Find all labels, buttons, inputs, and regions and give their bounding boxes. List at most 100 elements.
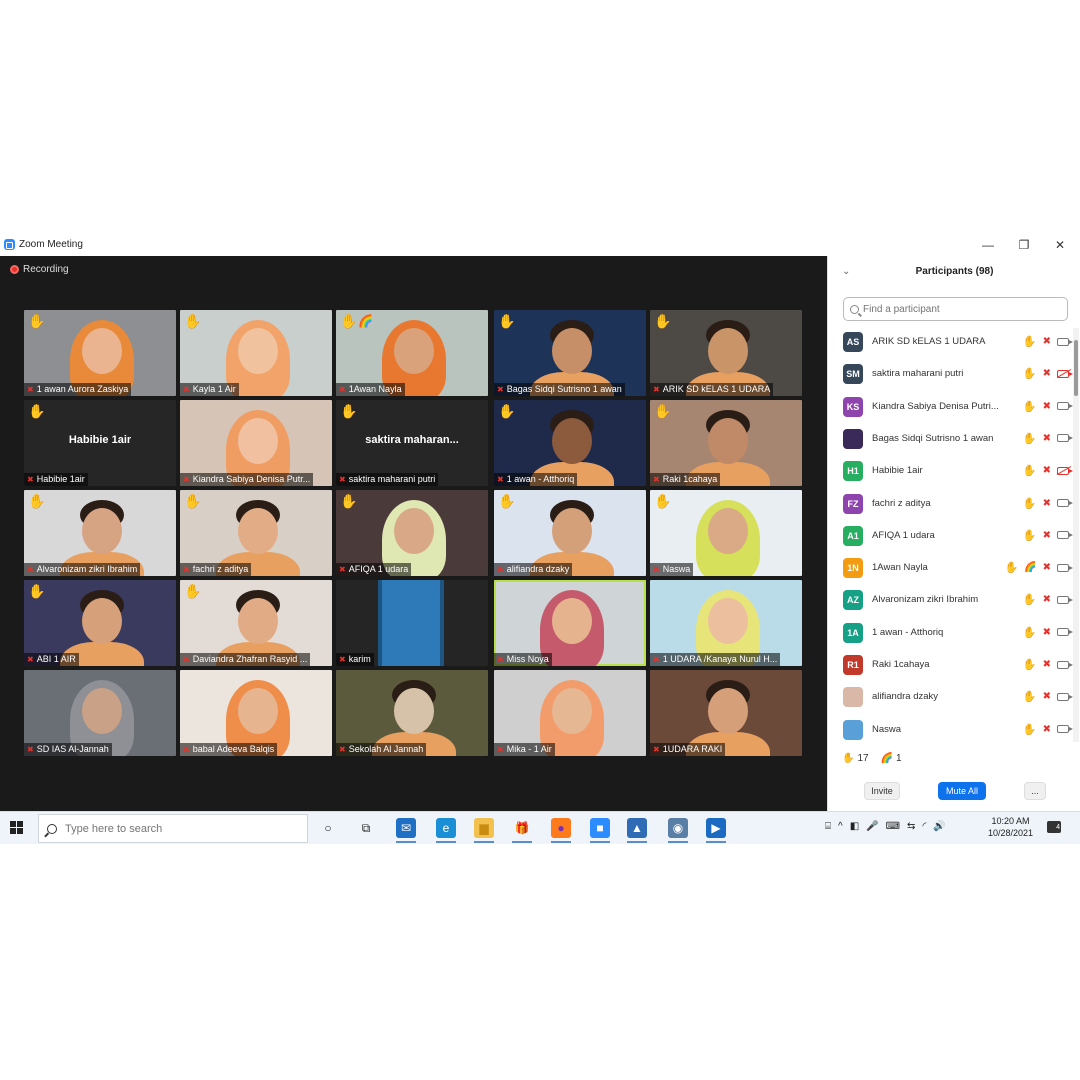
start-button[interactable] xyxy=(10,821,24,835)
microphone-icon[interactable]: 🎤 xyxy=(866,821,878,832)
taskbar-search-input[interactable] xyxy=(65,822,285,835)
video-tile[interactable]: ✋ ✖ Kayla 1 Air xyxy=(180,310,332,396)
participant-row[interactable]: 1N 1Awan Nayla ✋ 🌈 ✖ xyxy=(828,552,1073,584)
avatar: H1 xyxy=(843,461,863,482)
edge-icon[interactable]: e xyxy=(436,818,456,838)
wifi-icon[interactable]: ◜ xyxy=(922,821,926,832)
video-tile[interactable]: ✖ Sekolah Al Jannah xyxy=(336,670,488,756)
video-tile[interactable]: saktira maharan... ✋ ✖ saktira maharani put… xyxy=(336,400,488,486)
scrollbar-thumb[interactable] xyxy=(1074,340,1078,396)
video-tile[interactable]: ✖ Kiandra Sabiya Denisa Putr... xyxy=(180,400,332,486)
tile-name-bar: ✖ Mika - 1 Air xyxy=(494,743,555,756)
photos-icon[interactable]: ▲ xyxy=(627,818,647,838)
more-options-button[interactable]: ... xyxy=(1024,782,1046,800)
participant-search-input[interactable] xyxy=(863,303,1053,315)
cortana-icon[interactable]: ○ xyxy=(318,818,338,838)
mic-muted-icon[interactable]: ✖ xyxy=(1043,465,1051,476)
raised-hand-icon: ✋ xyxy=(1022,465,1037,478)
tile-name-bar: ✖ ABI 1 AIR xyxy=(24,653,79,666)
mic-muted-icon[interactable]: ✖ xyxy=(1043,627,1051,638)
mic-muted-icon[interactable]: ✖ xyxy=(1043,594,1051,605)
video-tile[interactable]: ✋ ✖ Raki 1cahaya xyxy=(650,400,802,486)
mute-all-button[interactable]: Mute All xyxy=(938,782,986,800)
notification-center-icon[interactable]: 4 xyxy=(1047,821,1061,833)
participant-row[interactable]: 1A 1 awan - Atthoriq ✋ ✖ xyxy=(828,617,1073,649)
media-player-icon[interactable]: ▶ xyxy=(706,818,726,838)
participant-row[interactable]: KS Kiandra Sabiya Denisa Putri... ✋ ✖ xyxy=(828,391,1073,423)
video-tile[interactable]: ✖ SD IAS Al-Jannah xyxy=(24,670,176,756)
video-tile[interactable]: ✖ karim xyxy=(336,580,488,666)
participant-row[interactable]: H1 Habibie 1air ✋ ✖ xyxy=(828,455,1073,487)
invite-button[interactable]: Invite xyxy=(864,782,900,800)
camera-icon[interactable]: ◉ xyxy=(668,818,688,838)
participant-row[interactable]: SM saktira maharani putri ✋ ✖ xyxy=(828,358,1073,390)
minimize-button[interactable]: — xyxy=(979,237,997,253)
video-tile[interactable]: ✋ 🌈 ✖ 1Awan Nayla xyxy=(336,310,488,396)
mail-icon[interactable]: ✉ xyxy=(396,818,416,838)
participant-row[interactable]: A1 AFIQA 1 udara ✋ ✖ xyxy=(828,520,1073,552)
mic-muted-icon[interactable]: ✖ xyxy=(1043,530,1051,541)
video-tile[interactable]: ✖ Mika - 1 Air xyxy=(494,670,646,756)
video-tile[interactable]: ✋ ✖ Bagas Sidqi Sutrisno 1 awan xyxy=(494,310,646,396)
video-tile[interactable]: ✋ ✖ 1 awan Aurora Zaskiya xyxy=(24,310,176,396)
raised-hand-icon: ✋ xyxy=(1022,626,1037,639)
firefox-icon[interactable]: ● xyxy=(551,818,571,838)
video-tile[interactable]: ✋ ✖ ABI 1 AIR xyxy=(24,580,176,666)
mic-muted-icon[interactable]: ✖ xyxy=(1043,659,1051,670)
clock-time: 10:20 AM xyxy=(991,816,1030,826)
participant-row[interactable]: R1 Raki 1cahaya ✋ ✖ xyxy=(828,649,1073,681)
network-switch-icon[interactable]: ⇆ xyxy=(907,821,915,832)
avatar: 1N xyxy=(843,558,863,579)
mic-muted-icon: ✖ xyxy=(339,385,346,394)
participant-row[interactable]: AZ Alvaronizam zikri Ibrahim ✋ ✖ xyxy=(828,584,1073,616)
mic-muted-icon: ✖ xyxy=(339,565,346,574)
video-tile[interactable]: ✋ ✖ Daviandra Zhafran Rasyid ... xyxy=(180,580,332,666)
participant-row[interactable]: Naswa ✋ ✖ xyxy=(828,714,1073,744)
show-hidden-icons-chevron[interactable]: ^ xyxy=(838,821,843,832)
participant-list-scrollbar[interactable] xyxy=(1073,328,1079,742)
video-tile[interactable]: ✖ 1 UDARA /Kanaya Nurul H... xyxy=(650,580,802,666)
mic-muted-icon[interactable]: ✖ xyxy=(1043,336,1051,347)
mic-muted-icon[interactable]: ✖ xyxy=(1043,498,1051,509)
close-button[interactable]: ✕ xyxy=(1051,237,1069,253)
mic-muted-icon[interactable]: ✖ xyxy=(1043,401,1051,412)
mic-muted-icon[interactable]: ✖ xyxy=(1043,562,1051,573)
system-clock[interactable]: 10:20 AM 10/28/2021 xyxy=(988,815,1033,839)
keyboard-layout-icon[interactable]: ⌸ xyxy=(825,821,831,832)
taskbar-search[interactable] xyxy=(38,814,308,843)
raised-hand-icon: ✋ xyxy=(340,313,358,329)
volume-icon[interactable]: 🔊 xyxy=(933,821,945,832)
mic-muted-icon[interactable]: ✖ xyxy=(1043,691,1051,702)
mic-muted-icon[interactable]: ✖ xyxy=(1043,433,1051,444)
restore-button[interactable]: ❐ xyxy=(1015,237,1033,253)
recording-dot-icon xyxy=(10,265,19,274)
participant-row[interactable]: FZ fachri z aditya ✋ ✖ xyxy=(828,488,1073,520)
mic-muted-icon[interactable]: ✖ xyxy=(1043,368,1051,379)
avatar: AZ xyxy=(843,590,863,611)
gift-icon[interactable]: 🎁 xyxy=(512,818,532,838)
video-tile[interactable]: ✋ ✖ alifiandra dzaky xyxy=(494,490,646,576)
file-explorer-icon[interactable]: ▆ xyxy=(474,818,494,838)
video-tile[interactable]: ✋ ✖ AFIQA 1 udara xyxy=(336,490,488,576)
participant-search[interactable] xyxy=(843,297,1068,321)
participant-row[interactable]: alifiandra dzaky ✋ ✖ xyxy=(828,681,1073,713)
video-tile[interactable]: Habibie 1air ✋ ✖ Habibie 1air xyxy=(24,400,176,486)
video-tile[interactable]: ✋ ✖ fachri z aditya xyxy=(180,490,332,576)
video-tile[interactable]: ✋ ✖ ARIK SD kELAS 1 UDARA xyxy=(650,310,802,396)
raised-hand-icon: ✋ xyxy=(184,583,202,599)
video-tile[interactable]: ✋ ✖ 1 awan - Atthoriq xyxy=(494,400,646,486)
participant-row[interactable]: Bagas Sidqi Sutrisno 1 awan ✋ ✖ xyxy=(828,423,1073,455)
participant-row[interactable]: AS ARIK SD kELAS 1 UDARA ✋ ✖ xyxy=(828,326,1073,358)
meet-now-icon[interactable]: ◧ xyxy=(850,821,859,832)
recording-indicator[interactable]: Recording xyxy=(10,264,69,275)
video-tile[interactable]: ✖ 1UDARA RAKI xyxy=(650,670,802,756)
input-icon[interactable]: ⌨ xyxy=(886,821,900,832)
mic-muted-icon[interactable]: ✖ xyxy=(1043,724,1051,735)
task-view-icon[interactable]: ⧉ xyxy=(356,818,376,838)
video-tile[interactable]: ✖ babal Adeeva Balqis xyxy=(180,670,332,756)
zoom-icon[interactable]: ■ xyxy=(590,818,610,838)
video-tile[interactable]: ✋ ✖ Naswa xyxy=(650,490,802,576)
mic-muted-icon: ✖ xyxy=(27,475,34,484)
video-tile[interactable]: ✋ ✖ Alvaronizam zikri Ibrahim xyxy=(24,490,176,576)
video-tile[interactable]: ✖ Miss Noya xyxy=(494,580,646,666)
